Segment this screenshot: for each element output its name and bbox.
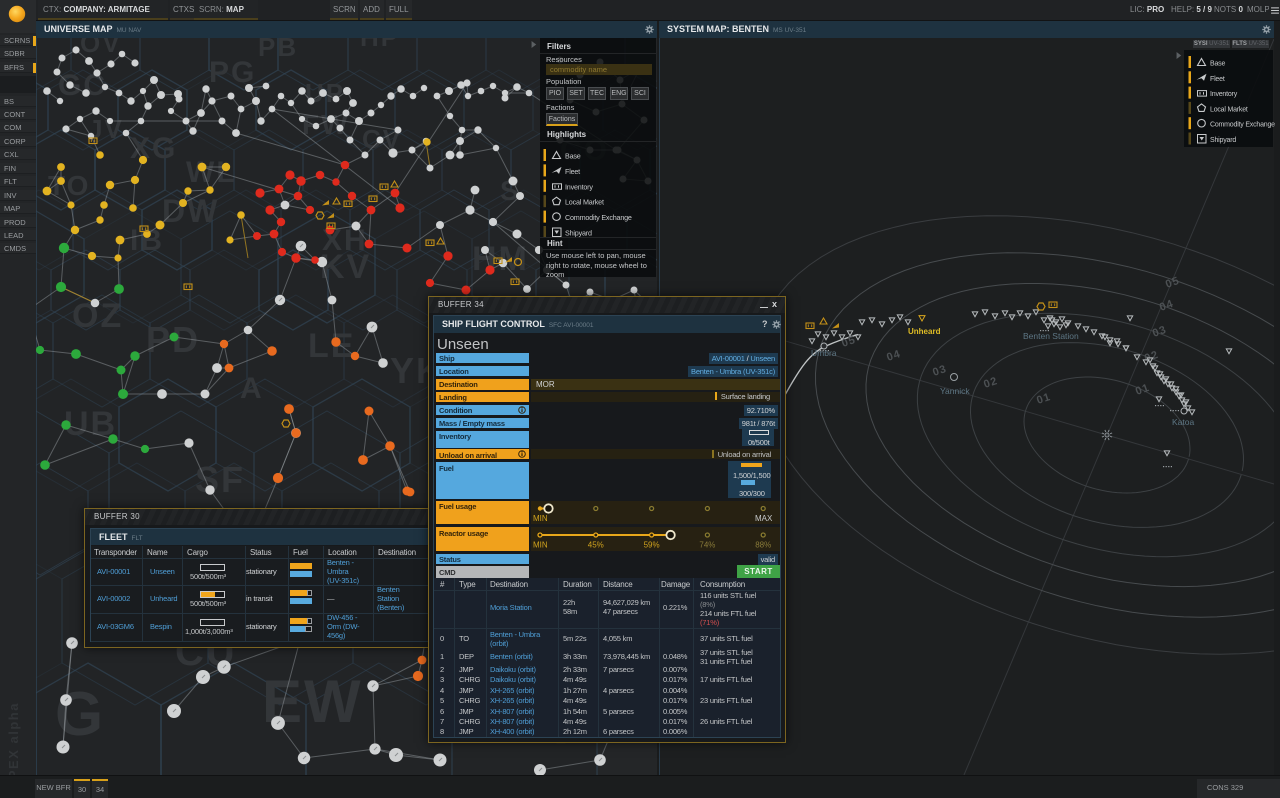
svg-text:03: 03 (931, 363, 948, 379)
svg-text:02: 02 (1143, 349, 1160, 365)
svg-text:05: 05 (840, 334, 857, 350)
svg-text:Katoa: Katoa (1172, 417, 1194, 427)
svg-text:01: 01 (1134, 382, 1151, 398)
svg-text:Fleet: Fleet (1210, 76, 1225, 83)
svg-text:MIN: MIN (533, 541, 548, 550)
svg-text:Base: Base (1210, 61, 1225, 68)
svg-text:Yannick: Yannick (940, 386, 970, 396)
svg-text:74%: 74% (699, 541, 715, 550)
svg-text:Shipyard: Shipyard (1210, 137, 1236, 144)
svg-text:88%: 88% (755, 541, 771, 550)
svg-text:Umbra: Umbra (811, 348, 837, 358)
svg-text:01: 01 (1035, 391, 1052, 407)
svg-text:DW: DW (162, 193, 219, 229)
svg-text:Fleet: Fleet (565, 167, 580, 176)
svg-text:Commodity Exchange: Commodity Exchange (565, 213, 632, 222)
svg-text:G: G (55, 680, 105, 749)
svg-text:KV: KV (320, 248, 371, 286)
svg-text:MIN: MIN (533, 514, 548, 523)
svg-text:Unheard: Unheard (908, 327, 941, 336)
svg-text:59%: 59% (644, 541, 660, 550)
svg-text:Commodity Exchange: Commodity Exchange (1210, 122, 1275, 129)
svg-text:OV: OV (80, 38, 122, 58)
svg-text:Local Market: Local Market (565, 198, 604, 207)
svg-text:XG: XG (130, 132, 177, 165)
svg-text:Base: Base (565, 152, 581, 161)
svg-text:WL: WL (186, 156, 237, 189)
svg-text:MAX: MAX (755, 514, 773, 523)
svg-text:45%: 45% (588, 541, 604, 550)
svg-text:Inventory: Inventory (565, 182, 593, 191)
svg-text:HP: HP (360, 38, 400, 52)
svg-text:Benten Station: Benten Station (1023, 331, 1079, 341)
svg-text:FW: FW (302, 109, 350, 140)
svg-text:02: 02 (982, 375, 999, 391)
svg-text:Inventory: Inventory (1210, 91, 1238, 98)
svg-text:SF: SF (195, 459, 245, 500)
svg-text:04: 04 (885, 348, 902, 364)
svg-text:PB: PB (258, 38, 298, 62)
svg-text:04: 04 (1158, 298, 1175, 314)
svg-text:LE: LE (308, 327, 355, 365)
svg-text:A: A (240, 372, 264, 405)
svg-text:Local Market: Local Market (1210, 106, 1248, 113)
